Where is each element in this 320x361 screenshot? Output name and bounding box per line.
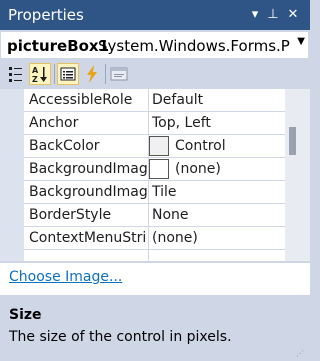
pin-button[interactable]: ⊥: [264, 5, 282, 25]
column-divider: [148, 89, 149, 111]
events-icon: [87, 65, 97, 83]
property-value[interactable]: Control: [175, 138, 226, 154]
grid-gutter: [0, 89, 24, 261]
property-row-accessiblerole[interactable]: AccessibleRole Default: [24, 89, 285, 112]
property-row-anchor[interactable]: Anchor Top, Left: [24, 112, 285, 135]
property-name: AccessibleRole: [29, 92, 133, 108]
property-row-backgroundimagelayout[interactable]: BackgroundImageLayout Tile: [24, 181, 285, 204]
property-value[interactable]: Tile: [152, 184, 177, 200]
property-name: BackgroundImage: [29, 161, 147, 177]
commands-pane: Choose Image...: [0, 262, 310, 296]
property-pages-button[interactable]: [108, 63, 130, 85]
toolbar-separator: [105, 64, 106, 84]
description-pane: Size The size of the control in pixels.: [0, 297, 310, 361]
description-title: Size: [9, 307, 42, 323]
column-divider: [148, 250, 149, 261]
column-divider: [148, 227, 149, 249]
title-bar: Properties ▾ ⊥ ✕: [0, 0, 310, 30]
property-row-backcolor[interactable]: BackColor Control: [24, 135, 285, 158]
property-name: BackgroundImageLayout: [29, 184, 147, 200]
resize-grip-icon[interactable]: ⋰: [296, 350, 306, 358]
property-row-contextmenustrip[interactable]: ContextMenuStrip (none): [24, 227, 285, 250]
property-toolbar: A Z: [0, 60, 310, 88]
property-row-partial[interactable]: [24, 250, 285, 261]
property-value[interactable]: Default: [152, 92, 203, 108]
column-divider: [148, 181, 149, 203]
property-row-borderstyle[interactable]: BorderStyle None: [24, 204, 285, 227]
property-value[interactable]: Top, Left: [152, 115, 211, 131]
property-name: Anchor: [29, 115, 79, 131]
property-name: ContextMenuStrip: [29, 230, 147, 246]
column-divider: [148, 204, 149, 226]
scrollbar-thumb[interactable]: [289, 127, 296, 155]
properties-button[interactable]: [57, 63, 79, 85]
column-divider: [148, 112, 149, 134]
object-type: System.Windows.Forms.Pictu: [98, 37, 290, 55]
vertical-scrollbar[interactable]: [285, 89, 310, 261]
description-text: The size of the control in pixels.: [9, 329, 232, 345]
property-value[interactable]: (none): [152, 230, 198, 246]
categorized-icon: [9, 67, 22, 82]
property-name: BackColor: [29, 138, 100, 154]
categorized-button[interactable]: [5, 63, 27, 85]
window-position-dropdown-button[interactable]: ▾: [246, 5, 264, 25]
property-name: BorderStyle: [29, 207, 112, 223]
object-name: pictureBox1: [7, 37, 110, 55]
window-title: Properties: [8, 6, 84, 24]
alphabetical-button[interactable]: A Z: [29, 63, 51, 85]
object-selector-chevron-down-icon[interactable]: ▼: [297, 36, 305, 47]
property-value[interactable]: (none): [175, 161, 221, 177]
image-swatch: [149, 159, 169, 179]
color-swatch: [149, 136, 169, 156]
alphabetical-icon: A Z: [32, 66, 47, 84]
close-button[interactable]: ✕: [284, 5, 302, 25]
object-selector[interactable]: pictureBox1 System.Windows.Forms.Pictu ▼: [0, 31, 309, 59]
toolbar-separator: [54, 64, 55, 84]
property-pages-icon: [110, 67, 128, 81]
property-value[interactable]: None: [152, 207, 189, 223]
property-row-backgroundimage[interactable]: BackgroundImage (none): [24, 158, 285, 181]
svg-text:Z: Z: [32, 75, 38, 84]
properties-icon: [60, 67, 76, 81]
property-grid: AccessibleRole Default Anchor Top, Left …: [0, 89, 310, 261]
events-button[interactable]: [81, 63, 103, 85]
svg-text:A: A: [32, 66, 39, 75]
choose-image-link[interactable]: Choose Image...: [9, 269, 122, 285]
